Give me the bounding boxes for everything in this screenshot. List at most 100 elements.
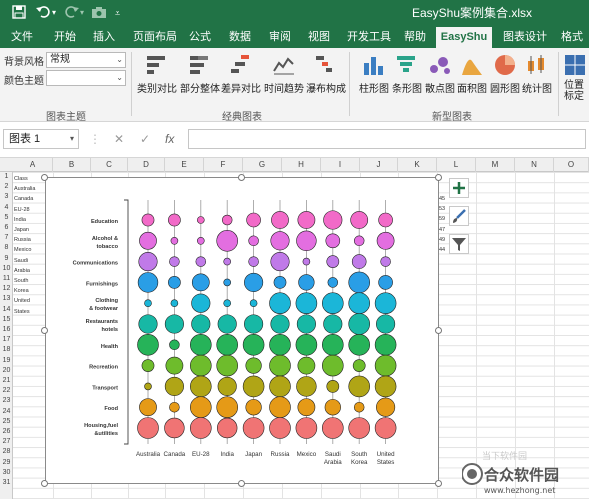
waterfall-button[interactable]: 瀑布构成 [306, 50, 346, 95]
row-header-28[interactable]: 28 [0, 447, 13, 457]
resize-handle[interactable] [435, 327, 442, 334]
row-header-15[interactable]: 15 [0, 315, 13, 325]
row-header-19[interactable]: 19 [0, 356, 13, 366]
cell-l[interactable]: 53 [439, 204, 445, 214]
tab-view[interactable]: 视图 [304, 27, 334, 48]
column-header-j[interactable]: J [360, 158, 398, 172]
resize-handle[interactable] [41, 480, 48, 487]
position-calibrate-button[interactable]: 位置 标定 [560, 50, 589, 102]
cell-l[interactable]: 44 [439, 245, 445, 255]
camera-icon[interactable] [91, 5, 107, 21]
column-header-o[interactable]: O [554, 158, 589, 172]
resize-handle[interactable] [238, 480, 245, 487]
cell-a[interactable]: United [14, 296, 30, 306]
tab-developer[interactable]: 开发工具 [343, 27, 395, 48]
resize-handle[interactable] [238, 174, 245, 181]
row-header-12[interactable]: 12 [0, 284, 13, 294]
part-whole-button[interactable]: 部分整体 [180, 50, 220, 95]
tab-home[interactable]: 开始 [50, 27, 80, 48]
column-header-d[interactable]: D [128, 158, 165, 172]
cell-a[interactable]: Australia [14, 184, 35, 194]
tab-file[interactable]: 文件 [7, 27, 37, 48]
row-header-17[interactable]: 17 [0, 335, 13, 345]
column-header-b[interactable]: B [53, 158, 91, 172]
undo-icon[interactable] [36, 5, 52, 21]
cell-l[interactable]: 59 [439, 214, 445, 224]
row-header-9[interactable]: 9 [0, 254, 13, 264]
resize-handle[interactable] [435, 174, 442, 181]
column-header-c[interactable]: C [91, 158, 128, 172]
row-header-23[interactable]: 23 [0, 396, 13, 406]
column-header-i[interactable]: I [321, 158, 360, 172]
enter-icon[interactable]: ✓ [140, 130, 150, 148]
resize-handle[interactable] [41, 327, 48, 334]
tab-review[interactable]: 审阅 [265, 27, 295, 48]
cell-a[interactable]: South [14, 276, 28, 286]
cell-l[interactable]: 49 [439, 235, 445, 245]
column-header-a[interactable]: A [13, 158, 53, 172]
column-header-k[interactable]: K [398, 158, 437, 172]
row-header-11[interactable]: 11 [0, 274, 13, 284]
formula-input[interactable] [188, 129, 586, 149]
tab-formulas[interactable]: 公式 [185, 27, 215, 48]
row-header-5[interactable]: 5 [0, 213, 13, 223]
cell-a[interactable]: Mexico [14, 245, 31, 255]
row-header-21[interactable]: 21 [0, 376, 13, 386]
row-header-3[interactable]: 3 [0, 192, 13, 202]
category-compare-button[interactable]: 类别对比 [137, 50, 177, 95]
tab-data[interactable]: 数据 [225, 27, 255, 48]
statistics-chart-button[interactable]: 统计图 [517, 50, 557, 95]
row-header-30[interactable]: 30 [0, 468, 13, 478]
row-header-25[interactable]: 25 [0, 417, 13, 427]
row-header-6[interactable]: 6 [0, 223, 13, 233]
tab-insert[interactable]: 插入 [89, 27, 119, 48]
fx-icon[interactable]: fx [165, 130, 174, 148]
undo-dropdown-icon[interactable]: ▾ [52, 5, 56, 21]
cell-a[interactable]: Class [14, 174, 28, 184]
row-header-31[interactable]: 31 [0, 478, 13, 488]
tab-chart-design[interactable]: 图表设计 [499, 27, 551, 48]
row-header-27[interactable]: 27 [0, 437, 13, 447]
difference-compare-button[interactable]: 差异对比 [221, 50, 261, 95]
row-header-14[interactable]: 14 [0, 305, 13, 315]
chart-elements-button[interactable] [449, 178, 469, 198]
row-header-10[interactable]: 10 [0, 264, 13, 274]
column-header-n[interactable]: N [515, 158, 554, 172]
chart-object[interactable]: Education Alcohol & tobacco Communications F… [45, 177, 439, 484]
row-header-8[interactable]: 8 [0, 243, 13, 253]
column-header-m[interactable]: M [476, 158, 515, 172]
column-header-h[interactable]: H [282, 158, 321, 172]
row-header-26[interactable]: 26 [0, 427, 13, 437]
resize-handle[interactable] [41, 174, 48, 181]
chart-filters-button[interactable] [449, 234, 469, 254]
redo-dropdown-icon[interactable]: ▾ [80, 5, 84, 21]
row-header-4[interactable]: 4 [0, 203, 13, 213]
row-header-20[interactable]: 20 [0, 366, 13, 376]
bg-style-select[interactable]: 常规 ⌄ [46, 52, 126, 68]
column-header-g[interactable]: G [243, 158, 282, 172]
cell-a[interactable]: Saudi [14, 256, 28, 266]
tab-help[interactable]: 帮助 [400, 27, 430, 48]
color-theme-select[interactable]: ⌄ [46, 70, 126, 86]
row-header-16[interactable]: 16 [0, 325, 13, 335]
tab-easyshu[interactable]: EasyShu [436, 27, 492, 48]
chart-styles-button[interactable] [449, 206, 469, 226]
cell-l[interactable]: 45 [439, 194, 445, 204]
save-icon[interactable] [12, 5, 26, 21]
drag-handle-icon[interactable]: ⋮ [89, 130, 101, 148]
cell-a[interactable]: Japan [14, 225, 29, 235]
time-trend-button[interactable]: 时间趋势 [264, 50, 304, 95]
redo-icon[interactable] [63, 5, 79, 21]
name-box[interactable]: 图表 1 ▾ [3, 129, 79, 149]
row-header-13[interactable]: 13 [0, 294, 13, 304]
row-header-7[interactable]: 7 [0, 233, 13, 243]
row-header-1[interactable]: 1 [0, 172, 13, 182]
cell-a[interactable]: India [14, 215, 26, 225]
cell-a[interactable]: Russia [14, 235, 31, 245]
customize-qa-icon[interactable]: ⩡ [115, 5, 120, 21]
resize-handle[interactable] [435, 480, 442, 487]
row-header-18[interactable]: 18 [0, 345, 13, 355]
cell-a[interactable]: Arabia [14, 266, 30, 276]
tab-page-layout[interactable]: 页面布局 [129, 27, 181, 48]
cell-l[interactable]: 47 [439, 225, 445, 235]
